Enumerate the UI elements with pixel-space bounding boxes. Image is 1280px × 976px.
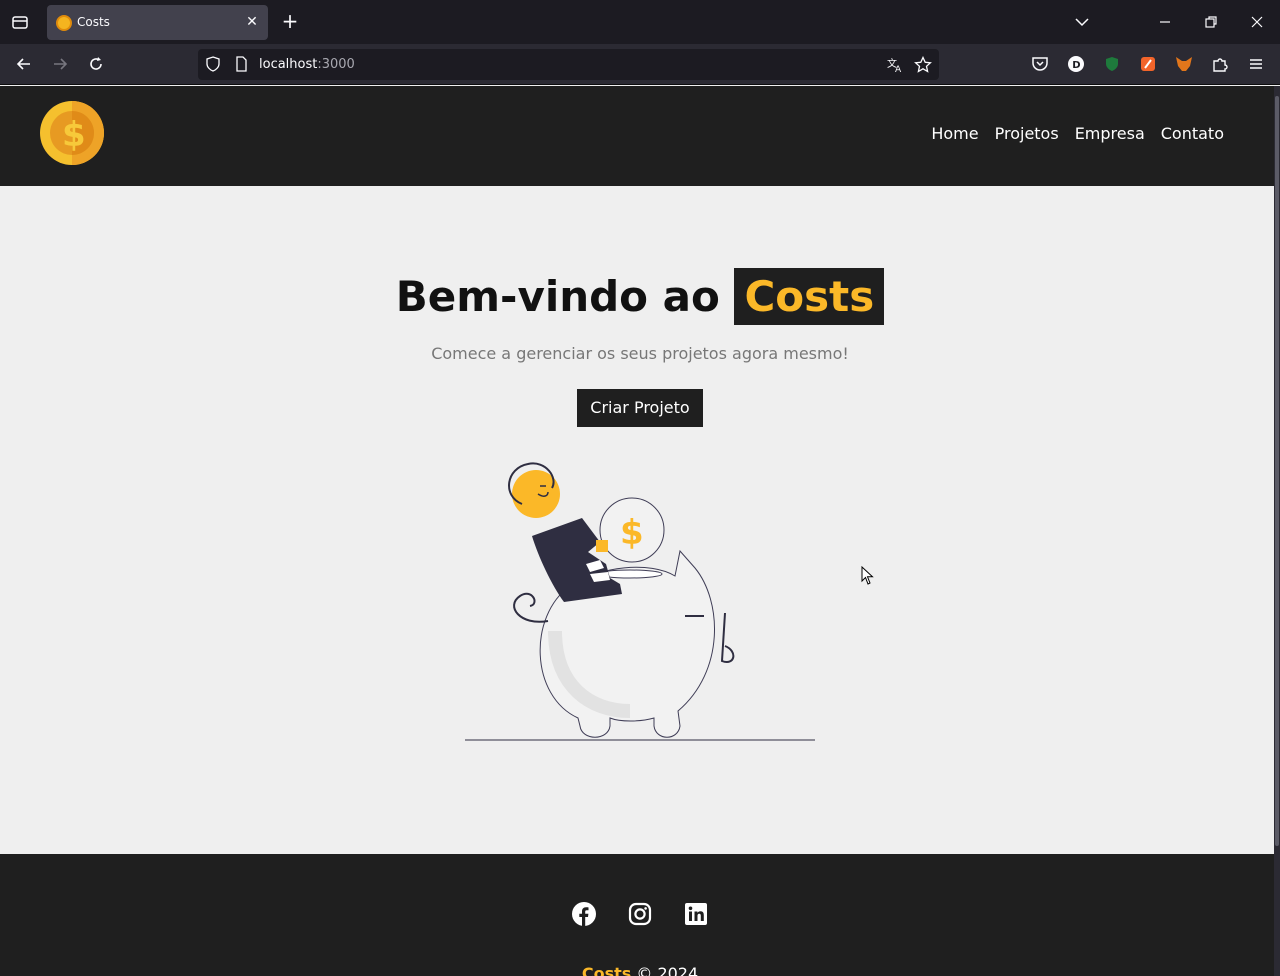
costs-favicon-icon	[56, 15, 72, 31]
hero-title-prefix: Bem-vindo ao	[395, 272, 720, 321]
tab-list-icon[interactable]	[10, 12, 30, 32]
nav-projetos-link[interactable]: Projetos	[995, 124, 1059, 143]
create-project-button[interactable]: Criar Projeto	[577, 389, 703, 427]
svg-text:D: D	[1072, 60, 1080, 71]
facebook-icon[interactable]	[572, 902, 596, 926]
close-window-icon[interactable]	[1247, 12, 1267, 32]
hero-subtitle: Comece a gerenciar os seus projetos agor…	[431, 344, 849, 363]
linkedin-icon[interactable]	[684, 902, 708, 926]
translate-icon[interactable]: 文A	[886, 56, 904, 74]
reload-icon[interactable]	[86, 54, 106, 74]
coin-logo-icon[interactable]: $	[40, 101, 104, 165]
forward-icon[interactable]	[50, 54, 70, 74]
site-footer: Costs © 2024	[0, 854, 1274, 976]
metamask-fox-icon[interactable]	[1174, 54, 1194, 74]
piggy-bank-illustration: $	[465, 462, 815, 741]
nav-home-link[interactable]: Home	[931, 124, 978, 143]
url-bar[interactable]: localhost:3000 文A	[198, 49, 939, 80]
footer-copyright-text: © 2024	[636, 964, 699, 976]
browser-tab[interactable]: Costs ✕	[47, 5, 268, 40]
page-scrollbar[interactable]	[1274, 86, 1280, 976]
pocket-icon[interactable]	[1030, 54, 1050, 74]
extensions-puzzle-icon[interactable]	[1210, 54, 1230, 74]
browser-tab-bar: Costs ✕ +	[0, 0, 1280, 44]
scrollbar-thumb[interactable]	[1275, 96, 1279, 846]
url-text: localhost:3000	[259, 57, 355, 72]
new-tab-icon[interactable]: +	[280, 11, 300, 31]
extension-shield-icon[interactable]	[1102, 54, 1122, 74]
bookmark-star-icon[interactable]	[914, 56, 932, 74]
hero-title: Bem-vindo ao Costs	[0, 268, 1280, 325]
browser-nav-bar: localhost:3000 文A D	[0, 44, 1280, 85]
copyright: Costs © 2024	[0, 964, 1280, 976]
minimize-icon[interactable]	[1155, 12, 1175, 32]
svg-text:$: $	[620, 513, 644, 553]
extension-orange-icon[interactable]	[1138, 54, 1158, 74]
mouse-cursor-icon	[861, 566, 874, 585]
svg-text:$: $	[62, 115, 86, 155]
instagram-icon[interactable]	[628, 902, 652, 926]
hero-title-brand: Costs	[734, 268, 885, 325]
svg-text:A: A	[895, 65, 902, 74]
nav-contato-link[interactable]: Contato	[1161, 124, 1224, 143]
close-tab-icon[interactable]: ✕	[244, 14, 260, 30]
social-links	[572, 902, 708, 926]
tab-title: Costs	[77, 15, 110, 29]
shield-icon[interactable]	[205, 56, 221, 72]
footer-brand: Costs	[581, 964, 632, 976]
back-icon[interactable]	[14, 54, 34, 74]
restore-icon[interactable]	[1201, 12, 1221, 32]
menu-icon[interactable]	[1246, 54, 1266, 74]
page-icon[interactable]	[233, 56, 249, 72]
main-nav: Home Projetos Empresa Contato	[931, 124, 1224, 143]
chevron-down-icon[interactable]	[1072, 12, 1092, 32]
nav-empresa-link[interactable]: Empresa	[1075, 124, 1145, 143]
extension-d-icon[interactable]: D	[1066, 54, 1086, 74]
main-content: Bem-vindo ao Costs Comece a gerenciar os…	[0, 186, 1274, 854]
site-header: $ Home Projetos Empresa Contato	[0, 86, 1274, 186]
